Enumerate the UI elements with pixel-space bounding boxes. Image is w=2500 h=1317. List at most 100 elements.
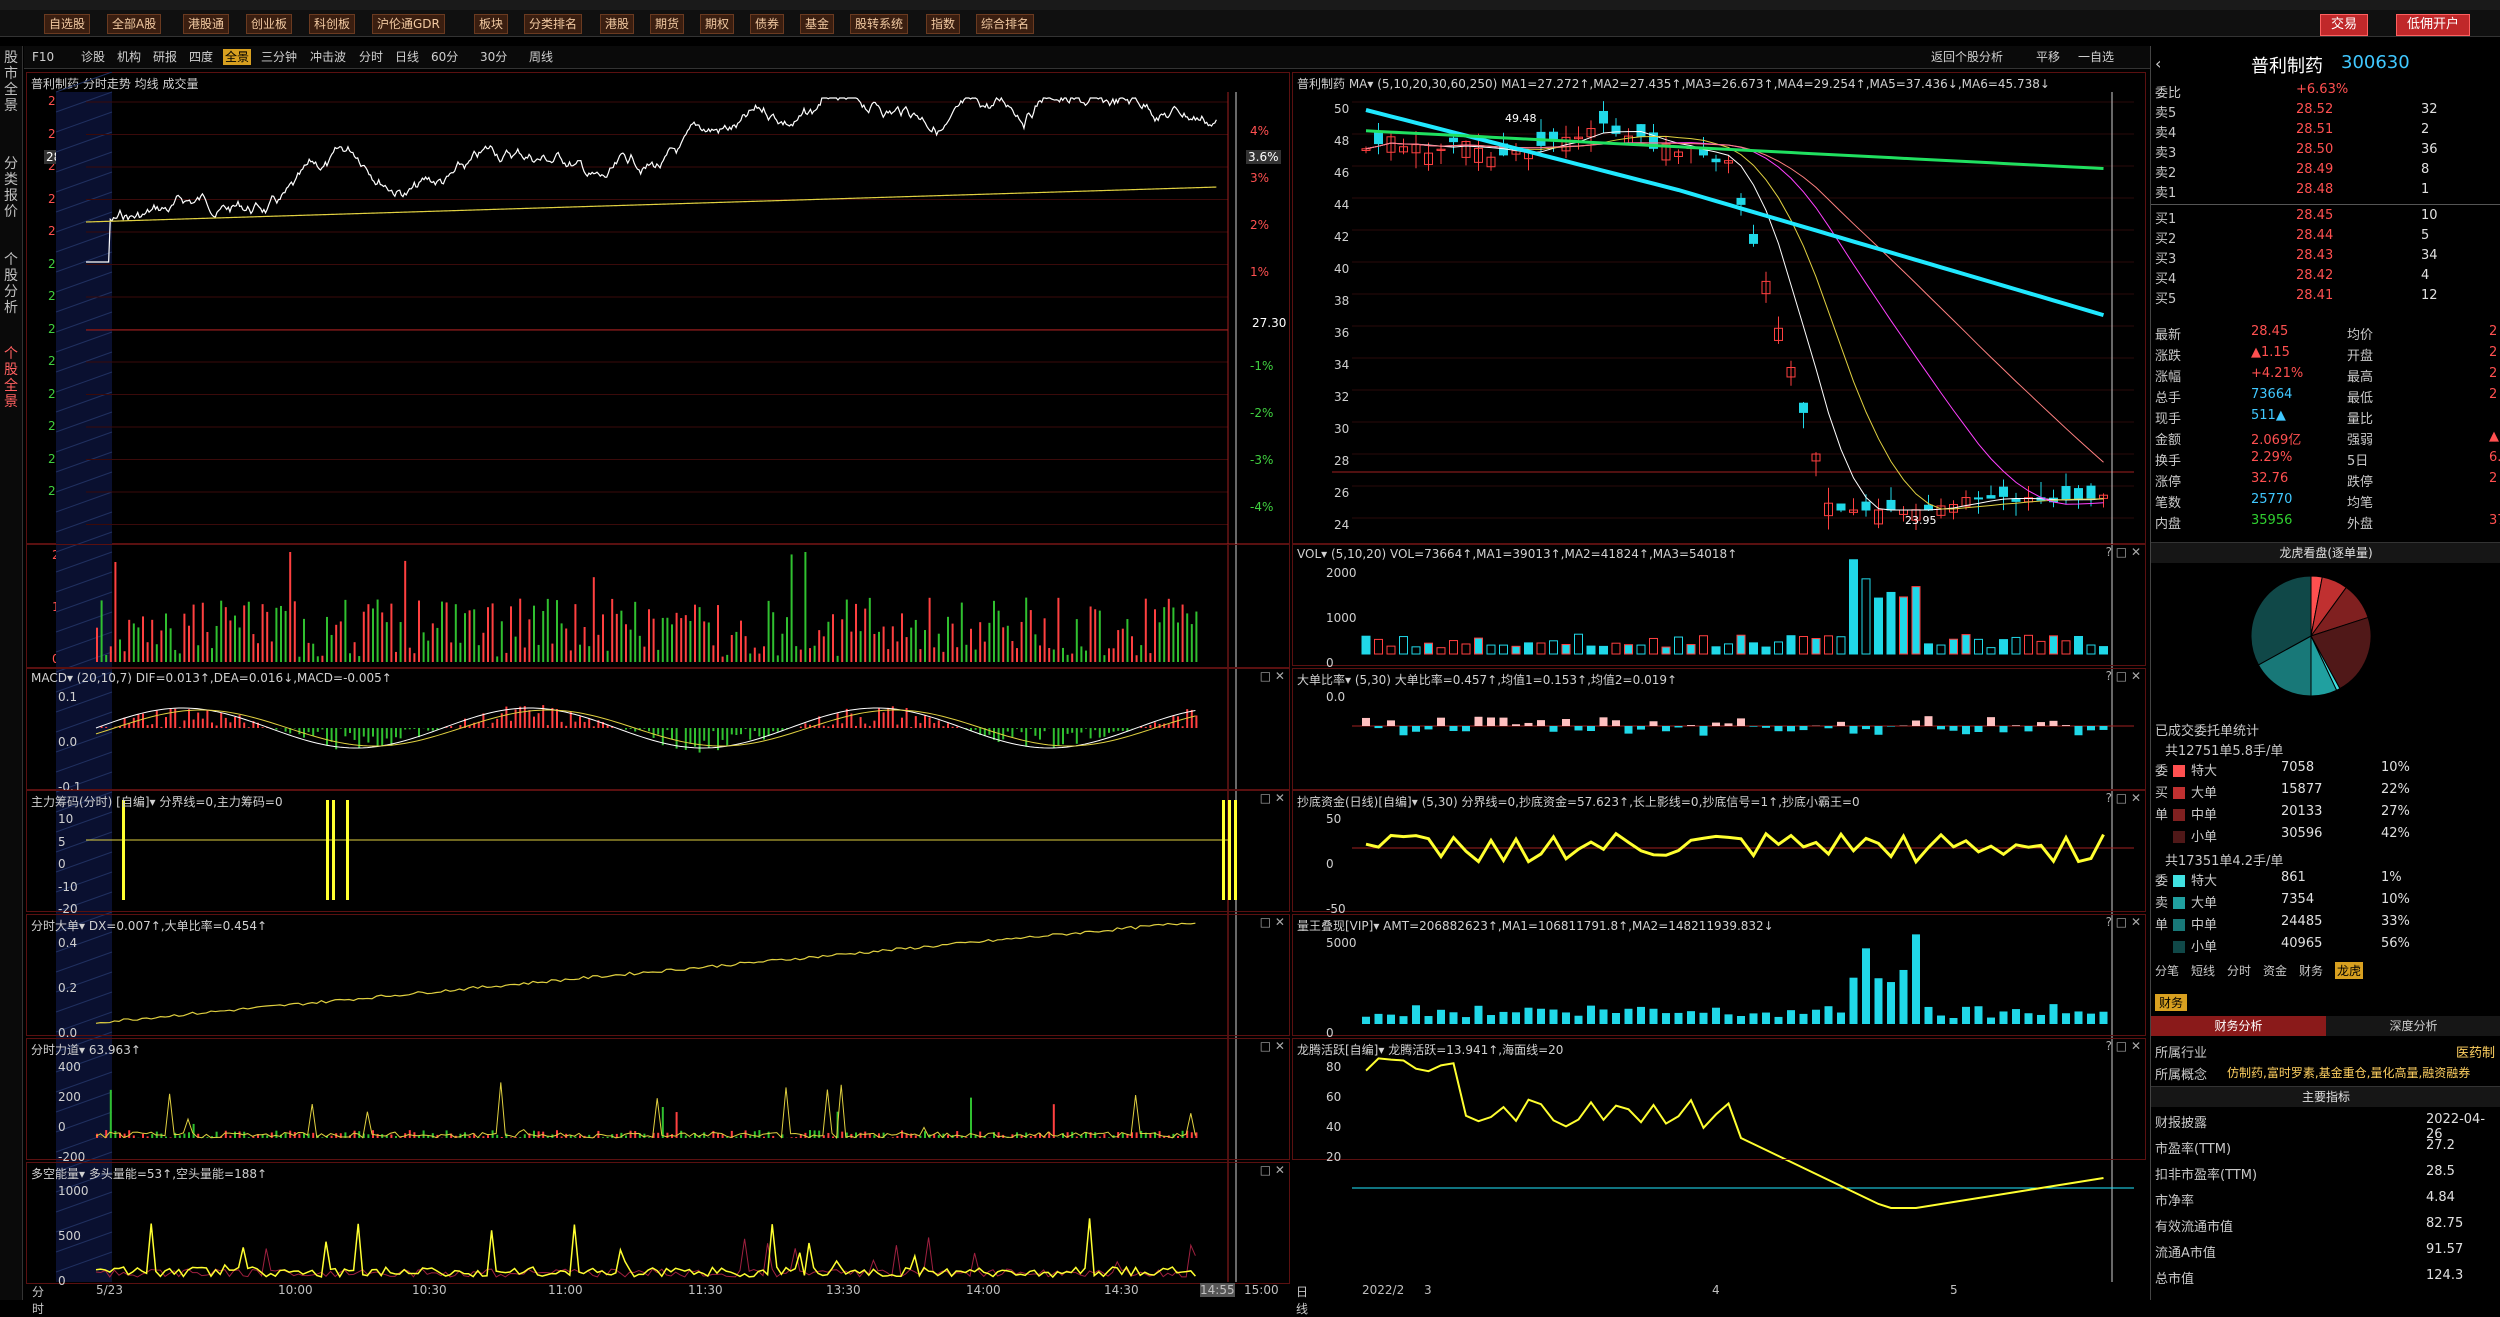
sell-row-3[interactable]: 卖228.498 <box>2151 162 2500 182</box>
close-icon[interactable]: ? □ ✕ <box>2106 669 2141 683</box>
sell-level: 卖3 <box>2155 142 2176 161</box>
close-icon[interactable]: □ ✕ <box>1260 669 1285 683</box>
buy-price: 28.43 <box>2296 248 2333 263</box>
buy-row-0: 委特大705810% <box>2151 760 2500 780</box>
fin-sub-tab-1[interactable]: 深度分析 <box>2326 1016 2500 1036</box>
toolbar-item-2[interactable]: 机构 <box>115 49 143 65</box>
buy-row-3[interactable]: 买428.424 <box>2151 268 2500 288</box>
right-indicator-title-4[interactable]: 龙腾活跃[自编]▾ 龙腾活跃=13.941↑,海面线=20 <box>1297 1041 1563 1058</box>
menu-item-12[interactable]: 基金 <box>800 14 834 34</box>
close-icon[interactable]: ? □ ✕ <box>2106 545 2141 559</box>
quote-tab-4[interactable]: 财务 <box>2299 962 2323 979</box>
right-indicator-tick-0-1: 1000 <box>1326 611 1357 625</box>
menu-item-6[interactable]: 板块 <box>474 14 508 34</box>
toolbar-item-11[interactable]: 30分 <box>478 49 509 65</box>
left-indicator-title-0[interactable]: MACD▾ (20,10,7) DIF=0.013↑,DEA=0.016↓,MA… <box>31 671 392 685</box>
quote-tab-2[interactable]: 分时 <box>2227 962 2251 979</box>
close-icon[interactable]: □ ✕ <box>1260 791 1285 805</box>
stat-value-2: 2 <box>2489 345 2497 360</box>
close-icon[interactable]: □ ✕ <box>1260 1039 1285 1053</box>
stat-label-2: 最低 <box>2347 387 2373 406</box>
toolbar-item-12[interactable]: 周线 <box>527 49 555 65</box>
menu-item-5[interactable]: 沪伦通GDR <box>372 14 445 34</box>
quote-tab-3[interactable]: 资金 <box>2263 962 2287 979</box>
close-icon[interactable]: ? □ ✕ <box>2106 791 2141 805</box>
toolbar-item-5[interactable]: 全景 <box>223 49 251 65</box>
stat-row-9: 内盘35956外盘37 <box>2151 513 2500 533</box>
sell-row-4[interactable]: 卖128.481 <box>2151 182 2500 202</box>
menu-item-4[interactable]: 科创板 <box>309 14 355 34</box>
sell-row-1[interactable]: 卖428.512 <box>2151 122 2500 142</box>
concept-label: 所属概念 <box>2155 1064 2207 1083</box>
toolbar-item-4[interactable]: 四度 <box>187 49 215 65</box>
fin-sub-tab-0[interactable]: 财务分析 <box>2151 1016 2326 1036</box>
intraday-mode-label[interactable]: 分时 <box>32 1283 44 1317</box>
sidetab-category[interactable]: 分类报价 <box>2 156 20 220</box>
sidetab-stock-analysis[interactable]: 个股分析 <box>2 252 20 316</box>
back-icon[interactable]: ‹ <box>2155 54 2161 73</box>
menu-item-11[interactable]: 债券 <box>750 14 784 34</box>
toolbar-item-7[interactable]: 冲击波 <box>308 49 348 65</box>
sell-price: 28.51 <box>2296 122 2333 137</box>
close-icon[interactable]: □ ✕ <box>1260 915 1285 929</box>
kline-mode-label[interactable]: 日线 <box>1296 1283 1308 1317</box>
left-indicator-title-2[interactable]: 分时大单▾ DX=0.007↑,大单比率=0.454↑ <box>31 917 267 934</box>
fin-tab[interactable]: 财务 <box>2155 994 2187 1011</box>
toolbar-right-1[interactable]: 平移 <box>2034 49 2062 65</box>
menu-item-3[interactable]: 创业板 <box>246 14 292 34</box>
quote-tab-0[interactable]: 分笔 <box>2155 962 2179 979</box>
kline-price-tick-7: 36 <box>1334 326 1349 340</box>
right-indicator-title-3[interactable]: 量王叠现[VIP]▾ AMT=206882623↑,MA1=106811791.… <box>1297 917 1774 934</box>
toolbar-item-8[interactable]: 分时 <box>357 49 385 65</box>
sell-volume: 32 <box>2421 102 2438 117</box>
toolbar-right-2[interactable]: 一自选 <box>2076 49 2116 65</box>
menu-item-15[interactable]: 综合排名 <box>976 14 1034 34</box>
left-indicator-title-4[interactable]: 多空能量▾ 多头量能=53↑,空头量能=188↑ <box>31 1165 267 1182</box>
left-indicator-panel-3: 分时力道▾ 63.963↑ □ ✕ <box>26 1038 1290 1160</box>
menu-item-8[interactable]: 港股 <box>600 14 634 34</box>
kline-price-tick-4: 42 <box>1334 230 1349 244</box>
menu-item-9[interactable]: 期货 <box>650 14 684 34</box>
menu-item-10[interactable]: 期权 <box>700 14 734 34</box>
close-icon[interactable]: ? □ ✕ <box>2106 915 2141 929</box>
toolbar-item-10[interactable]: 60分 <box>429 49 460 65</box>
quote-panel: ‹ 普利制药 300630 委比 +6.63% 卖528.5232卖428.51… <box>2150 46 2500 1300</box>
close-icon[interactable]: □ ✕ <box>1260 1163 1285 1177</box>
sidetab-stock-overview[interactable]: 个股全景 <box>2 346 20 410</box>
toolbar-item-6[interactable]: 三分钟 <box>259 49 299 65</box>
toolbar-item-3[interactable]: 研报 <box>151 49 179 65</box>
sell-row-0[interactable]: 卖528.5232 <box>2151 102 2500 122</box>
open-account-button[interactable]: 低佣开户 <box>2396 14 2470 36</box>
toolbar-item-1[interactable]: 诊股 <box>79 49 107 65</box>
buy-row-0[interactable]: 买128.4510 <box>2151 208 2500 228</box>
right-indicator-panel-1: 大单比率▾ (5,30) 大单比率=0.457↑,均值1=0.153↑,均值2=… <box>1292 668 2146 790</box>
quote-tab-5[interactable]: 龙虎 <box>2335 962 2363 979</box>
buy-level: 买2 <box>2155 228 2176 247</box>
menu-item-2[interactable]: 港股通 <box>183 14 229 34</box>
toolbar-item-9[interactable]: 日线 <box>393 49 421 65</box>
trade-button[interactable]: 交易 <box>2320 14 2368 36</box>
menu-item-14[interactable]: 指数 <box>926 14 960 34</box>
close-icon[interactable]: ? □ ✕ <box>2106 1039 2141 1053</box>
buy-price: 28.45 <box>2296 208 2333 223</box>
toolbar-item-0[interactable]: F10 <box>30 49 56 65</box>
menu-item-7[interactable]: 分类排名 <box>524 14 582 34</box>
quote-tab-1[interactable]: 短线 <box>2191 962 2215 979</box>
sell-row-2[interactable]: 卖328.5036 <box>2151 142 2500 162</box>
buy-cat: 小单 <box>2191 826 2217 845</box>
buy-row-4[interactable]: 买528.4112 <box>2151 288 2500 308</box>
buy-row-2[interactable]: 买328.4334 <box>2151 248 2500 268</box>
buy-row-1[interactable]: 买228.445 <box>2151 228 2500 248</box>
kline-price-tick-9: 32 <box>1334 390 1349 404</box>
left-indicator-title-1[interactable]: 主力筹码(分时) [自编]▾ 分界线=0,主力筹码=0 <box>31 793 283 810</box>
left-indicator-title-3[interactable]: 分时力道▾ 63.963↑ <box>31 1041 141 1058</box>
menu-item-13[interactable]: 股转系统 <box>850 14 908 34</box>
right-indicator-title-2[interactable]: 抄底资金(日线)[自编]▾ (5,30) 分界线=0,抄底资金=57.623↑,… <box>1297 793 1860 810</box>
kline-price-tick-10: 30 <box>1334 422 1349 436</box>
right-indicator-title-1[interactable]: 大单比率▾ (5,30) 大单比率=0.457↑,均值1=0.153↑,均值2=… <box>1297 671 1677 688</box>
right-indicator-title-0[interactable]: VOL▾ (5,10,20) VOL=73664↑,MA1=39013↑,MA2… <box>1297 547 1737 561</box>
menu-item-0[interactable]: 自选股 <box>44 14 90 34</box>
toolbar-right-0[interactable]: 返回个股分析 <box>1929 49 2005 65</box>
sidetab-market[interactable]: 股市全景 <box>2 50 20 114</box>
menu-item-1[interactable]: 全部A股 <box>107 14 161 34</box>
